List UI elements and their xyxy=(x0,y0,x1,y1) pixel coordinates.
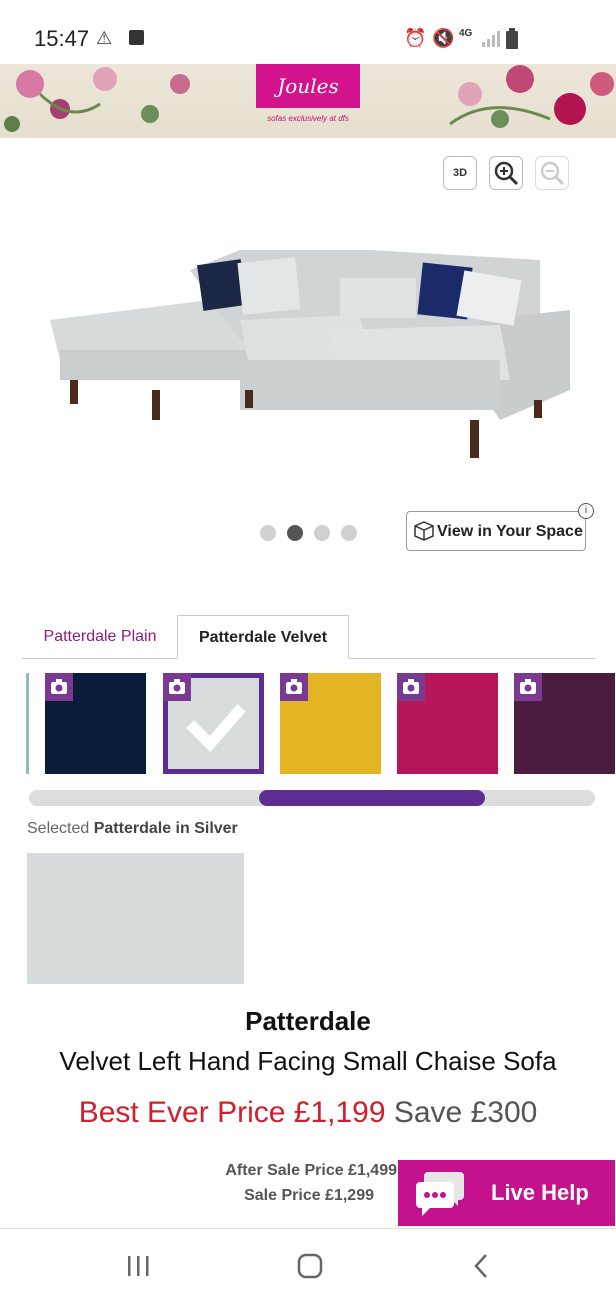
selected-fabric-name: Patterdale in Silver xyxy=(93,820,238,837)
status-bar xyxy=(0,0,616,64)
camera-icon[interactable] xyxy=(280,673,308,701)
floral-decoration-right xyxy=(449,65,614,128)
back-button[interactable] xyxy=(462,1248,502,1284)
selected-prefix: Selected xyxy=(27,820,90,837)
zoom-out-button[interactable] xyxy=(535,156,569,190)
mute-icon: 🔇 xyxy=(432,28,455,48)
price-line: Best Ever Price £1,199 Save £300 xyxy=(0,1096,616,1130)
live-help-button[interactable]: Live Help xyxy=(398,1160,615,1226)
after-sale-price: After Sale Price £1,499 xyxy=(225,1162,397,1179)
battery-icon xyxy=(506,28,518,49)
chat-icon xyxy=(416,1172,464,1216)
warning-icon: ⚠ xyxy=(96,28,113,48)
camera-icon[interactable] xyxy=(45,673,73,701)
fabric-swatch-selected[interactable] xyxy=(163,673,264,774)
recents-button[interactable] xyxy=(118,1248,158,1284)
carousel-dot[interactable] xyxy=(260,525,276,541)
carousel-dot[interactable] xyxy=(314,525,330,541)
selected-fabric-label: Selected Patterdale in Silver xyxy=(27,820,238,838)
cube-icon xyxy=(414,521,434,541)
signal-icon xyxy=(482,31,500,47)
fabric-swatch[interactable] xyxy=(397,673,498,774)
recents-icon xyxy=(128,1256,149,1276)
check-icon xyxy=(186,704,246,753)
fabric-swatch[interactable] xyxy=(514,673,615,774)
3d-view-button[interactable]: 3D xyxy=(443,156,477,190)
floral-decoration xyxy=(4,67,190,132)
camera-icon[interactable] xyxy=(514,673,542,701)
live-help-label: Live Help xyxy=(491,1180,589,1205)
brand-banner: Joules sofas exclusively at dfs xyxy=(0,64,616,138)
product-name: Patterdale xyxy=(245,1006,371,1036)
view-in-your-space-button[interactable]: View in Your Space xyxy=(406,511,586,551)
selected-fabric-preview xyxy=(27,853,244,984)
joules-logo[interactable]: Joules xyxy=(256,64,360,108)
tab-patterdale-velvet[interactable]: Patterdale Velvet xyxy=(177,615,349,659)
swatch-scrollbar-thumb[interactable] xyxy=(259,790,485,806)
zoom-in-icon xyxy=(494,161,519,186)
save-amount: Save £300 xyxy=(393,1096,538,1129)
carousel-dot[interactable] xyxy=(287,525,303,541)
network-type: 4G xyxy=(459,28,473,39)
alarm-icon: ⏰ xyxy=(404,28,427,48)
camera-icon[interactable] xyxy=(397,673,425,701)
notification-icon xyxy=(129,30,144,45)
product-description: Velvet Left Hand Facing Small Chaise Sof… xyxy=(59,1046,557,1076)
carousel-dot[interactable] xyxy=(341,525,357,541)
zoom-in-button[interactable] xyxy=(489,156,523,190)
product-image-sofa[interactable] xyxy=(40,230,580,470)
logo-tagline: sofas exclusively at dfs xyxy=(267,114,349,123)
fabric-swatch[interactable] xyxy=(45,673,146,774)
home-button[interactable] xyxy=(290,1248,330,1284)
swatch-edge xyxy=(26,673,29,774)
back-icon xyxy=(474,1254,487,1278)
best-price: Best Ever Price £1,199 xyxy=(78,1096,386,1129)
home-icon xyxy=(297,1253,323,1279)
zoom-out-icon xyxy=(540,161,565,186)
view-in-your-space-label: View in Your Space xyxy=(437,523,583,540)
fabric-swatch[interactable] xyxy=(280,673,381,774)
tab-patterdale-plain[interactable]: Patterdale Plain xyxy=(22,616,178,658)
sale-price: Sale Price £1,299 xyxy=(244,1187,374,1204)
status-time: 15:47 xyxy=(34,26,90,51)
info-icon[interactable]: i xyxy=(578,503,594,519)
